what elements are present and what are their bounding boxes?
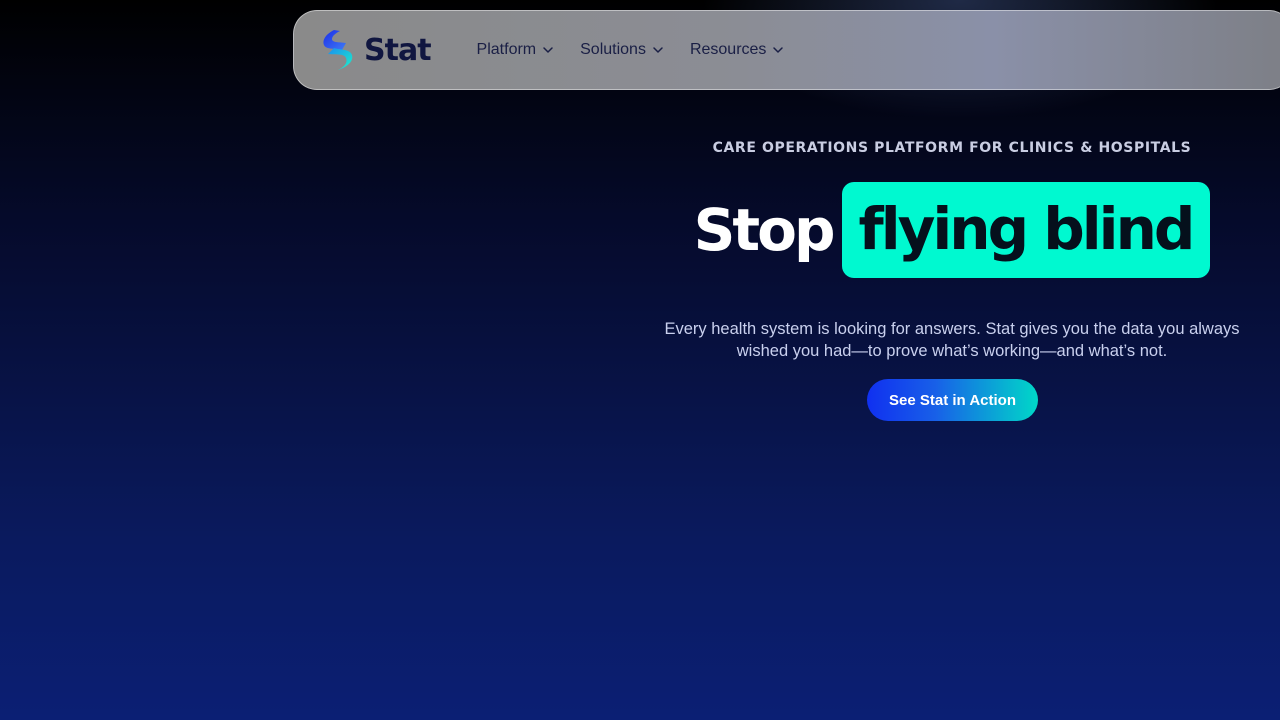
headline-plain-text: Stop (693, 196, 836, 264)
chevron-down-icon (653, 47, 663, 53)
chevron-down-icon (773, 47, 784, 53)
headline-highlight-text: flying blind (842, 182, 1211, 278)
logo-text: Stat (364, 32, 432, 68)
nav-item-platform[interactable]: Platform (477, 41, 555, 59)
navbar: Stat Platform Solutions Resources (293, 10, 1280, 90)
nav-item-label: Platform (476, 41, 537, 58)
main-nav: Platform Solutions Resources (477, 41, 785, 59)
hero-eyebrow: CARE OPERATIONS PLATFORM FOR CLINICS & H… (712, 140, 1192, 156)
see-stat-in-action-button[interactable]: See Stat in Action (867, 379, 1038, 421)
stat-s-logo-icon (323, 30, 353, 70)
nav-item-label: Solutions (580, 41, 646, 58)
nav-item-solutions[interactable]: Solutions (580, 41, 664, 59)
chevron-down-icon (543, 47, 553, 53)
nav-item-label: Resources (689, 41, 767, 58)
logo-link[interactable]: Stat (318, 28, 432, 72)
hero-subtext: Every health system is looking for answe… (640, 318, 1264, 362)
hero-subtext-line2: wished you had—to prove what’s working—a… (736, 342, 1168, 360)
hero-headline: Stop flying blind (640, 182, 1264, 278)
hero-subtext-line1: Every health system is looking for answe… (664, 320, 1240, 338)
nav-item-resources[interactable]: Resources (690, 41, 784, 59)
